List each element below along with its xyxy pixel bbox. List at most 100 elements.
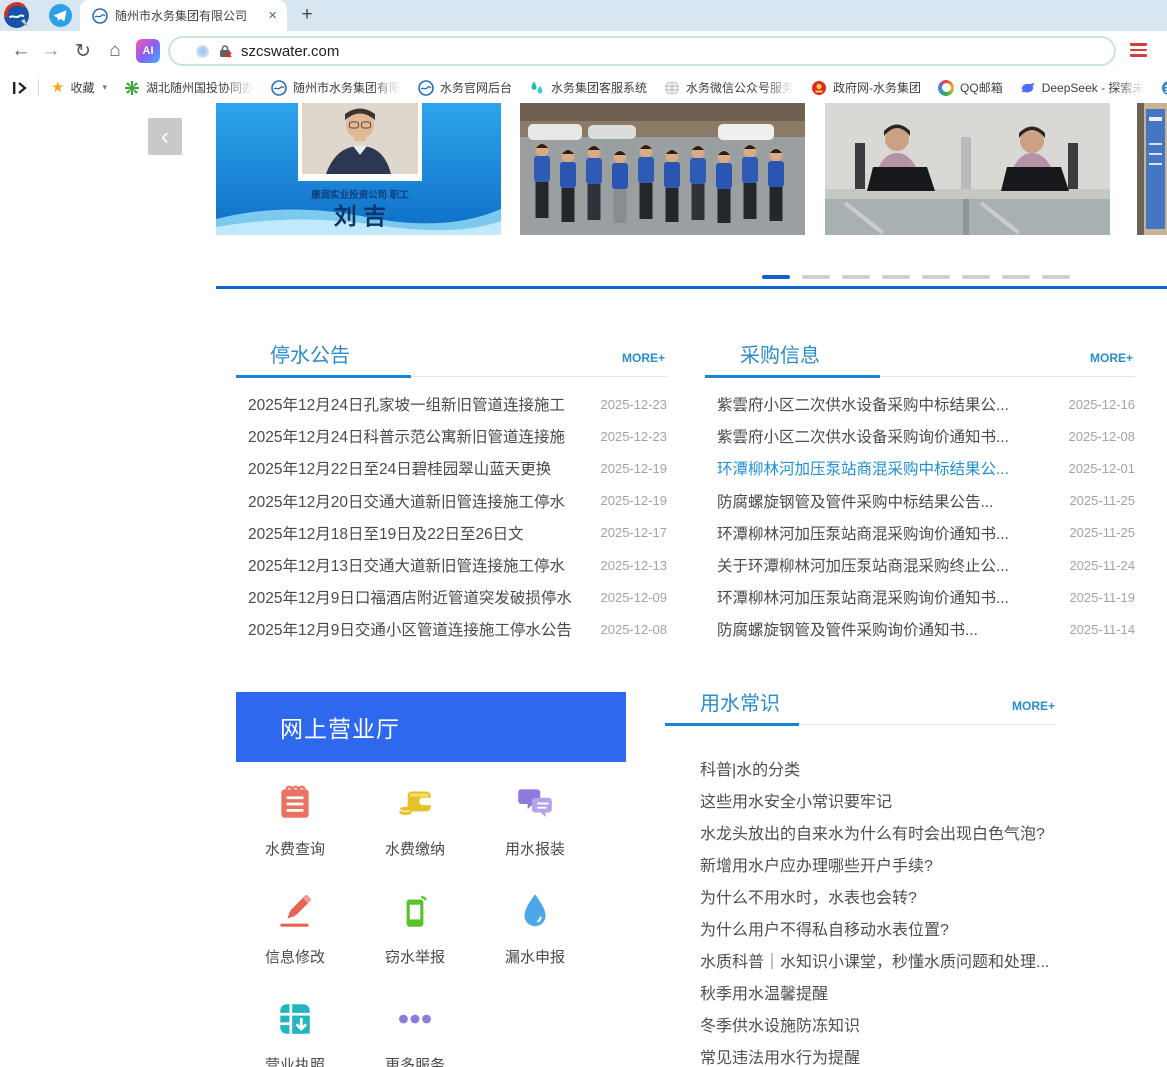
online-hall-banner[interactable]: 网上营业厅	[236, 692, 626, 762]
bookmark-item[interactable]: 湖北随州国投协同办	[124, 79, 254, 96]
service-bill-pay[interactable]: 水费缴纳	[355, 782, 475, 854]
procurement-item[interactable]: 紫雲府小区二次供水设备采购询价通知书...2025-12-08	[705, 420, 1135, 452]
outage-item[interactable]: 2025年12月9日口福酒店附近管道突发破损停水2025-12-09	[236, 581, 667, 613]
procurement-item[interactable]: 环潭柳林河加压泵站商混采购询价通知书...2025-11-19	[705, 581, 1135, 613]
knowledge-item[interactable]: 常见违法用水行为提醒	[665, 1040, 1057, 1067]
reload-icon[interactable]: ↻	[70, 38, 96, 64]
procurement-more-link[interactable]: MORE+	[1090, 351, 1133, 365]
outage-item[interactable]: 2025年12月22日至24日碧桂园翠山蓝天更换2025-12-19	[236, 452, 667, 484]
outage-item[interactable]: 2025年12月13日交通大道新旧管连接施工停水2025-12-13	[236, 549, 667, 581]
browser-menu-icon[interactable]	[1130, 43, 1147, 57]
knowledge-item[interactable]: 为什么用户不得私自移动水表位置?	[665, 912, 1057, 944]
pencil-icon	[274, 890, 316, 932]
browser-toolbar: ← → ↻ ⌂ AI	[0, 31, 1167, 72]
service-theft-report[interactable]: 窃水举报	[355, 890, 475, 962]
bookmark-favorites[interactable]: ★ 收藏 ▾	[51, 79, 107, 96]
grid-download-icon	[274, 998, 316, 1040]
service-info-update[interactable]: 信息修改	[235, 890, 355, 962]
home-icon[interactable]: ⌂	[102, 38, 128, 64]
water-logo-icon	[271, 80, 287, 96]
title-underline	[236, 375, 411, 378]
wallet-icon	[394, 782, 436, 824]
carousel-slide-group-photo[interactable]	[520, 103, 805, 235]
knowledge-item[interactable]: 水龙头放出的自来水为什么有时会出现白色气泡?	[665, 816, 1057, 848]
sidebar-toggle-icon[interactable]	[10, 80, 30, 96]
carousel-dot[interactable]	[1042, 275, 1070, 279]
bookmark-item[interactable]: QQ邮箱	[938, 79, 1003, 96]
bookmark-item[interactable]: 水务微信公众号服务	[664, 79, 794, 96]
forward-icon[interactable]: →	[38, 38, 64, 64]
insecure-lock-icon[interactable]	[217, 43, 233, 59]
bookmark-item[interactable]: 政府网-水务集团	[811, 79, 921, 96]
url-input[interactable]	[241, 43, 541, 60]
carousel-slide-poster[interactable]	[1137, 103, 1167, 235]
carousel-dot[interactable]	[802, 275, 830, 279]
outage-item[interactable]: 2025年12月24日科普示范公寓新旧管道连接施2025-12-23	[236, 420, 667, 452]
knowledge-section: 用水常识 MORE+ 科普|水的分类 这些用水安全小常识要牢记 水龙头放出的自来…	[665, 688, 1057, 1067]
messenger-icon[interactable]	[49, 4, 72, 27]
service-business-license[interactable]: 营业执照	[235, 998, 355, 1067]
procurement-item-highlighted[interactable]: 环潭柳林河加压泵站商混采购中标结果公...2025-12-01	[705, 452, 1135, 484]
bookmarks-divider	[38, 79, 39, 96]
knowledge-item[interactable]: 冬季供水设施防冻知识	[665, 1008, 1057, 1040]
service-leak-report[interactable]: 漏水申报	[475, 890, 595, 962]
browser-tab[interactable]: 随州市水务集团有限公司 ×	[80, 0, 287, 31]
service-install-request[interactable]: 用水报装	[475, 782, 595, 854]
outage-section: 停水公告 MORE+ 2025年12月24日孔家坡一组新旧管道连接施工2025-…	[236, 340, 667, 646]
procurement-item[interactable]: 关于环潭柳林河加压泵站商混采购终止公...2025-11-24	[705, 549, 1135, 581]
bookmark-item[interactable]: 水务官网后台	[418, 79, 512, 96]
bookmark-item[interactable]: DeepSeek - 探索未	[1020, 79, 1145, 96]
knowledge-more-link[interactable]: MORE+	[1012, 699, 1055, 713]
carousel-slide-employee-card[interactable]: 康润实业投资公司 职工 刘 吉	[216, 103, 501, 235]
outage-item[interactable]: 2025年12月9日交通小区管道连接施工停水公告2025-12-08	[236, 613, 667, 645]
carousel-dot[interactable]	[922, 275, 950, 279]
tab-strip: 随州市水务集团有限公司 × +	[0, 0, 1167, 31]
procurement-item[interactable]: 紫雲府小区二次供水设备采购中标结果公...2025-12-16	[705, 388, 1135, 420]
bookmarks-bar: ★ 收藏 ▾ 湖北随州国投协同办 随州市水务集团有限 水务官网后台 水务集团客服…	[0, 72, 1167, 103]
procurement-item[interactable]: 环潭柳林河加压泵站商混采购询价通知书...2025-11-25	[705, 517, 1135, 549]
outage-item[interactable]: 2025年12月20日交通大道新旧管连接施工停水2025-12-19	[236, 485, 667, 517]
water-logo-icon	[418, 80, 434, 96]
outage-more-link[interactable]: MORE+	[622, 351, 665, 365]
tab-title: 随州市水务集团有限公司	[115, 7, 261, 24]
carousel-dot[interactable]	[1002, 275, 1030, 279]
outage-item[interactable]: 2025年12月18日至19日及22日至26日文2025-12-17	[236, 517, 667, 549]
procurement-item[interactable]: 防腐螺旋钢管及管件采购询价通知书...2025-11-14	[705, 613, 1135, 645]
globe-icon	[664, 80, 680, 96]
service-more[interactable]: 更多服务	[355, 998, 475, 1067]
address-bar[interactable]	[168, 36, 1116, 66]
carousel-dot[interactable]	[762, 275, 790, 279]
knowledge-item[interactable]: 为什么不用水时，水表也会转?	[665, 880, 1057, 912]
outage-item[interactable]: 2025年12月24日孔家坡一组新旧管道连接施工2025-12-23	[236, 388, 667, 420]
carousel-slide-office-photo[interactable]	[825, 103, 1110, 235]
online-hall-title: 网上营业厅	[280, 710, 400, 744]
title-underline	[665, 723, 799, 726]
green-gear-icon	[124, 80, 140, 96]
bill-icon	[274, 782, 316, 824]
knowledge-item[interactable]: 秋季用水温馨提醒	[665, 976, 1057, 1008]
national-emblem-icon	[811, 80, 827, 96]
tab-close-icon[interactable]: ×	[268, 8, 277, 23]
new-tab-button[interactable]: +	[294, 2, 320, 28]
ai-assistant-icon[interactable]: AI	[136, 39, 160, 63]
back-icon[interactable]: ←	[8, 38, 34, 64]
browser-logo-icon[interactable]	[3, 2, 30, 29]
service-bill-query[interactable]: 水费查询	[235, 782, 355, 854]
procurement-item[interactable]: 防腐螺旋钢管及管件采购中标结果公告...2025-11-25	[705, 485, 1135, 517]
outage-title: 停水公告	[270, 339, 350, 368]
site-permission-icon[interactable]	[196, 45, 209, 58]
carousel-prev-button[interactable]: ‹	[148, 118, 182, 155]
knowledge-item[interactable]: 这些用水安全小常识要牢记	[665, 784, 1057, 816]
knowledge-item[interactable]: 水质科普｜水知识小课堂，秒懂水质问题和处理...	[665, 944, 1057, 976]
carousel-pagination	[762, 275, 1070, 279]
bookmark-item[interactable]: 政策法	[1161, 79, 1167, 96]
knowledge-item[interactable]: 新增用水户应办理哪些开户手续?	[665, 848, 1057, 880]
bookmark-item[interactable]: 随州市水务集团有限	[271, 79, 401, 96]
carousel-dot[interactable]	[842, 275, 870, 279]
carousel-dot[interactable]	[882, 275, 910, 279]
title-underline	[705, 375, 880, 378]
knowledge-item[interactable]: 科普|水的分类	[665, 752, 1057, 784]
chat-bubbles-icon	[514, 782, 556, 824]
carousel-dot[interactable]	[962, 275, 990, 279]
bookmark-item[interactable]: 水务集团客服系统	[529, 79, 647, 96]
